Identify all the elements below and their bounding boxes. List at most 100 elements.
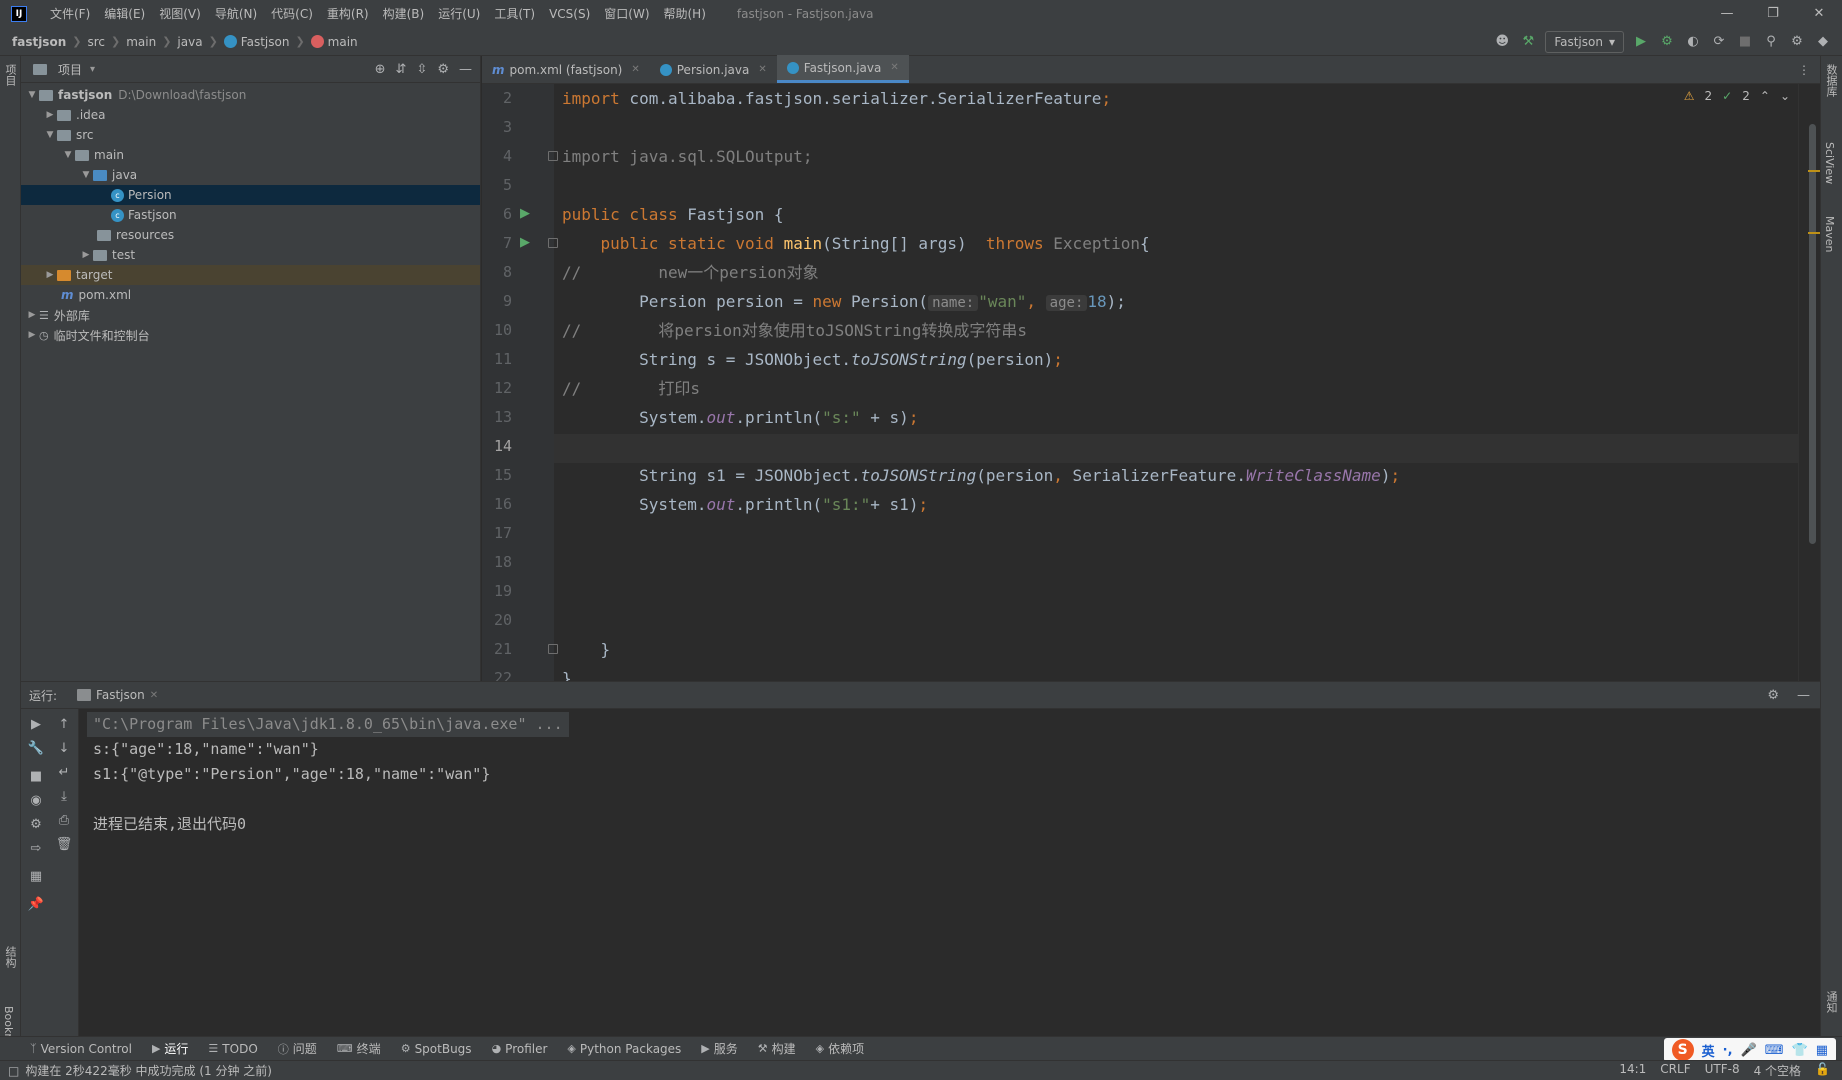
chevron-right-icon[interactable]: ▶ [25,330,39,340]
tab-services[interactable]: ▶ 服务 [701,1040,737,1057]
tree-item-external-libraries[interactable]: ▶ ☰ 外部库 [21,305,480,325]
print-icon[interactable]: ⎙ [55,813,73,828]
tree-item-persion[interactable]: c Persion [21,185,480,205]
pin-icon[interactable]: 📌 [27,897,45,912]
indent-setting[interactable]: 4 个空格 [1754,1062,1801,1079]
tree-item-pom[interactable]: m pom.xml [21,285,480,305]
debug-icon[interactable]: ⚙ [1658,33,1676,51]
menu-refactor[interactable]: 重构(R) [320,0,376,28]
inspection-widget[interactable]: ⚠ 2 ✓ 2 ⌃ ⌄ [1684,89,1790,103]
wrench-icon[interactable]: 🔧 [27,741,45,756]
chevron-up-icon[interactable]: ⌃ [1760,89,1770,103]
menu-edit[interactable]: 编辑(E) [97,0,152,28]
settings-gear-icon[interactable]: ⚙ [1788,33,1806,51]
tab-spotbugs[interactable]: ⚙ SpotBugs [401,1042,472,1056]
structure-tool-tab[interactable]: 结构 [2,946,18,968]
ime-toolbar[interactable]: S 英 ·, 🎤 ⌨ 👕 ▦ [1663,1038,1836,1062]
scroll-to-end-icon[interactable]: ⤓ [55,789,73,804]
breadcrumb-src[interactable]: src [87,35,105,49]
build-hammer-icon[interactable]: ⚒ [1519,33,1537,51]
chevron-down-icon[interactable]: ▼ [79,170,93,180]
tab-pom-xml[interactable]: m pom.xml (fastjson) ✕ [482,56,650,83]
chevron-down-icon[interactable]: ▼ [61,150,75,160]
status-message[interactable]: 构建在 2秒422毫秒 中成功完成 (1 分钟 之前) [25,1062,272,1079]
bug-settings-icon[interactable]: ⚙ [27,817,45,832]
more-vertical-icon[interactable]: ⋮ [1798,63,1810,77]
stop-icon[interactable]: ■ [1736,33,1754,51]
tab-version-control[interactable]: ᛉ Version Control [30,1042,132,1056]
user-icon[interactable]: ☻ [1493,33,1511,51]
keyboard-icon[interactable]: ⌨ [1765,1043,1784,1058]
tab-dependencies[interactable]: ◈ 依赖项 [816,1040,864,1057]
hide-icon[interactable]: — [1797,688,1810,703]
rerun-icon[interactable]: ▶ [27,717,45,732]
close-icon[interactable]: ✕ [1796,0,1842,28]
menu-help[interactable]: 帮助(H) [657,0,713,28]
menu-vcs[interactable]: VCS(S) [542,0,597,28]
chevron-right-icon[interactable]: ▶ [43,110,57,120]
profile-icon[interactable]: ⟳ [1710,33,1728,51]
chevron-down-icon[interactable]: ⌄ [1780,89,1790,103]
run-config-selector[interactable]: Fastjson ▾ [1545,30,1624,53]
gear-icon[interactable]: ⚙ [1767,688,1779,703]
chevron-right-icon[interactable]: ▶ [79,250,93,260]
close-tab-icon[interactable]: ✕ [758,64,766,75]
caret-position[interactable]: 14:1 [1619,1062,1646,1079]
chevron-right-icon[interactable]: ▶ [25,310,39,320]
breadcrumb-class[interactable]: Fastjson [241,35,290,49]
lock-icon[interactable]: 🔓 [1815,1062,1830,1079]
ime-mode[interactable]: 英 [1702,1041,1715,1060]
code-editor[interactable]: 2 3 4 5 6 7 8 9 10 11 12 13 14 15 16 17 … [482,84,1820,681]
tree-item-idea[interactable]: ▶ .idea [21,105,480,125]
chevron-down-icon[interactable]: ▼ [25,90,39,100]
warning-marker[interactable] [1808,232,1820,234]
database-tool-tab[interactable]: 数据库 [1823,64,1839,97]
layout-icon[interactable]: ▦ [27,869,45,884]
run-icon[interactable]: ▶ [1632,33,1650,51]
fold-icon[interactable] [548,238,558,248]
tree-item-target[interactable]: ▶ target [21,265,480,285]
tab-run[interactable]: ▶ 运行 [152,1040,188,1057]
notifications-tool-tab[interactable]: 通知 [1823,991,1839,1013]
tree-item-java[interactable]: ▼ java [21,165,480,185]
tab-persion-java[interactable]: Persion.java ✕ [650,56,777,83]
menu-navigate[interactable]: 导航(N) [208,0,264,28]
menu-code[interactable]: 代码(C) [264,0,320,28]
microphone-icon[interactable]: 🎤 [1741,1043,1757,1058]
arrow-down-icon[interactable]: ↓ [55,741,73,756]
run-tab-fastjson[interactable]: Fastjson ✕ [77,688,158,702]
menu-window[interactable]: 窗口(W) [597,0,656,28]
coverage-icon[interactable]: ◐ [1684,33,1702,51]
breadcrumb-method[interactable]: main [328,35,358,49]
chevron-down-icon[interactable]: ▼ [43,130,57,140]
tree-item-main[interactable]: ▼ main [21,145,480,165]
menu-view[interactable]: 视图(V) [152,0,208,28]
stop-icon[interactable]: ■ [27,769,45,784]
restore-icon[interactable]: ❐ [1750,0,1796,28]
line-separator[interactable]: CRLF [1660,1062,1690,1079]
breadcrumb-java[interactable]: java [177,35,202,49]
tab-todo[interactable]: ☰ TODO [208,1042,257,1056]
tree-root-fastjson[interactable]: ▼ fastjson D:\Download\fastjson [21,85,480,105]
grid-icon[interactable]: ▦ [1816,1043,1828,1058]
tab-python-packages[interactable]: ◈ Python Packages [567,1042,681,1056]
chevron-right-icon[interactable]: ▶ [43,270,57,280]
tree-item-resources[interactable]: resources [21,225,480,245]
close-tab-icon[interactable]: ✕ [150,690,158,701]
gear-icon[interactable]: ⚙ [437,62,449,77]
scrollbar-thumb[interactable] [1809,124,1816,544]
chevron-down-icon[interactable]: ▾ [90,64,95,75]
tab-build[interactable]: ⚒ 构建 [758,1040,796,1057]
editor-scrollbar[interactable] [1798,84,1820,681]
exit-icon[interactable]: ⇨ [27,841,45,856]
hide-icon[interactable]: — [459,62,472,77]
menu-run[interactable]: 运行(U) [431,0,487,28]
trash-icon[interactable]: 🗑 [55,837,73,852]
fold-icon[interactable] [548,151,558,161]
fold-icon[interactable] [548,644,558,654]
soft-wrap-icon[interactable]: ↵ [55,765,73,780]
warning-marker[interactable] [1808,170,1820,172]
menu-tools[interactable]: 工具(T) [487,0,542,28]
arrow-up-icon[interactable]: ↑ [55,717,73,732]
project-tool-tab[interactable]: 项目 [2,64,18,86]
